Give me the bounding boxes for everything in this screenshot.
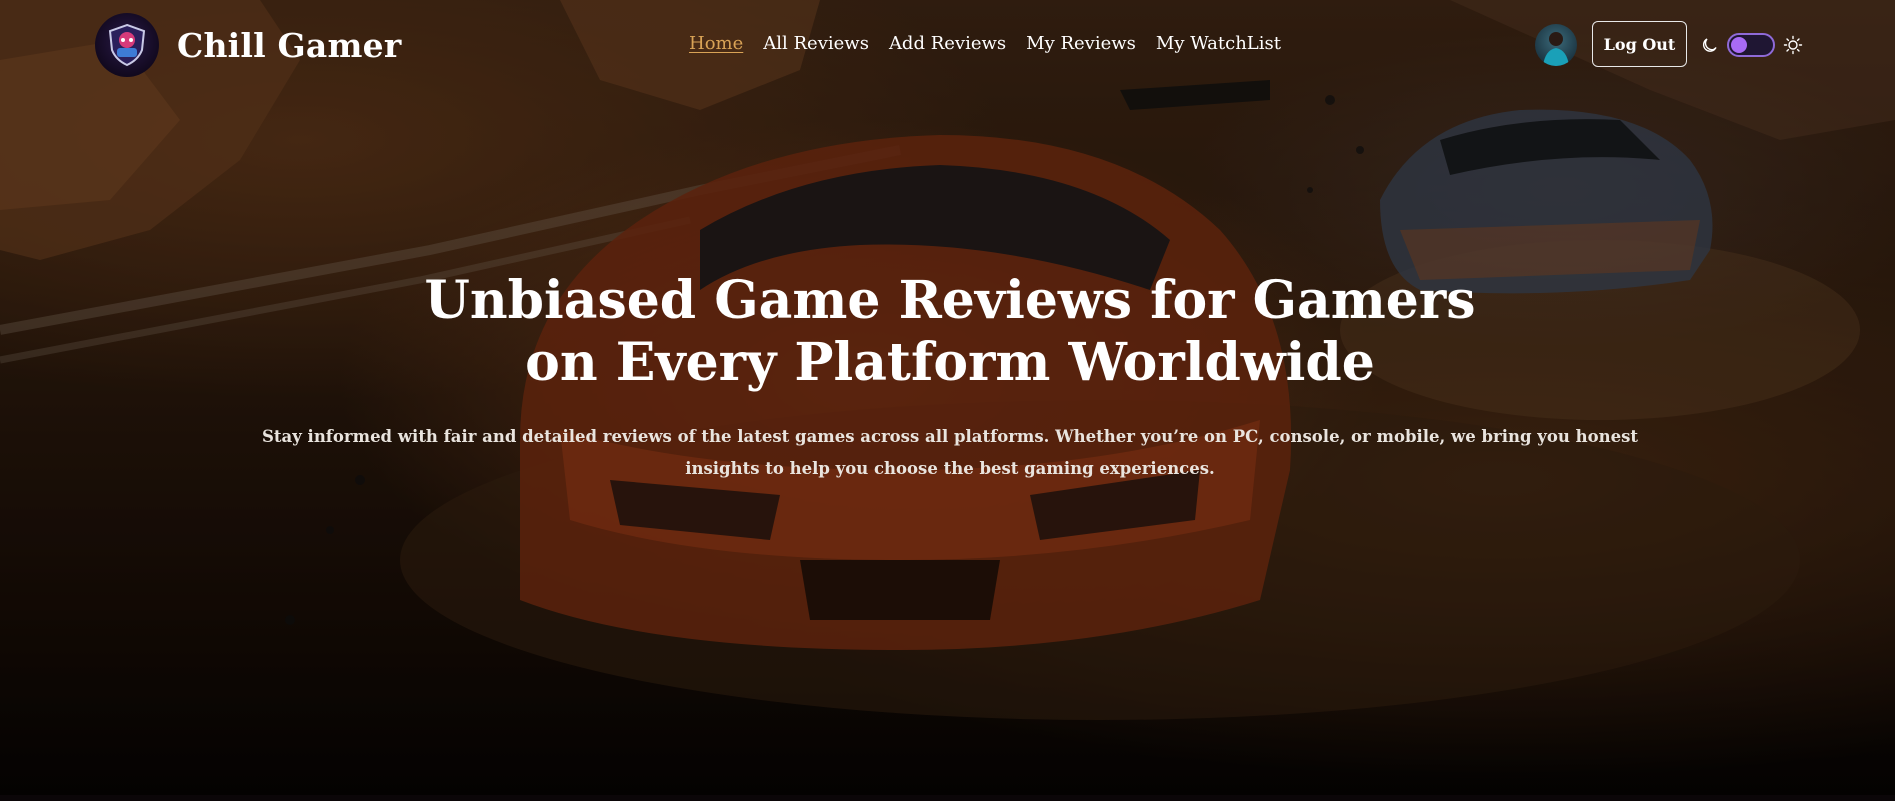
nav-links: Home All Reviews Add Reviews My Reviews … — [689, 33, 1281, 54]
hero-section: Unbiased Game Reviews for Gamers on Ever… — [0, 0, 1895, 801]
nav-link-home[interactable]: Home — [689, 33, 743, 54]
moon-icon — [1701, 36, 1719, 54]
theme-toggle[interactable] — [1727, 33, 1775, 57]
brand[interactable]: Chill Gamer — [95, 13, 401, 77]
user-avatar[interactable] — [1535, 24, 1577, 66]
nav-link-all-reviews[interactable]: All Reviews — [763, 33, 869, 54]
hero-title-line-2: on Every Platform Worldwide — [525, 332, 1375, 393]
gamer-shield-logo-icon — [95, 13, 159, 77]
nav-link-add-reviews[interactable]: Add Reviews — [889, 33, 1006, 54]
theme-toggle-knob — [1731, 37, 1747, 53]
hero-bottom-edge — [0, 795, 1895, 801]
theme-switcher — [1701, 33, 1803, 57]
hero-title: Unbiased Game Reviews for Gamers on Ever… — [420, 270, 1480, 394]
hero-title-line-1: Unbiased Game Reviews for Gamers — [424, 270, 1476, 331]
brand-name: Chill Gamer — [177, 25, 402, 65]
nav-link-my-reviews[interactable]: My Reviews — [1026, 33, 1136, 54]
sun-icon — [1783, 35, 1803, 55]
navbar: Chill Gamer Home All Reviews Add Reviews… — [0, 0, 1895, 92]
logout-button[interactable]: Log Out — [1592, 21, 1687, 67]
hero-subtitle: Stay informed with fair and detailed rev… — [261, 427, 1638, 478]
nav-link-my-watchlist[interactable]: My WatchList — [1156, 33, 1281, 54]
hero-dark-overlay — [0, 0, 1895, 801]
